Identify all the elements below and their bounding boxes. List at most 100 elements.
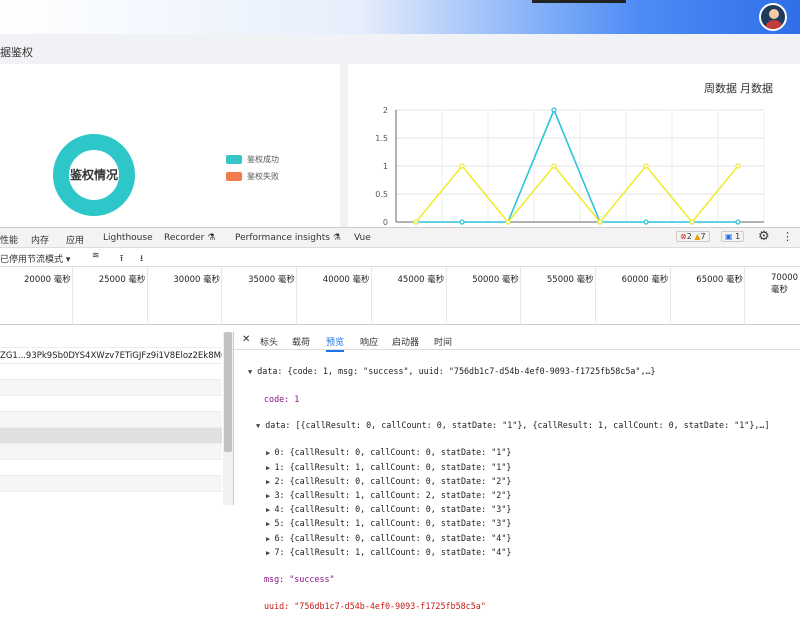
- list-item[interactable]: [0, 364, 222, 380]
- series-point-0: [551, 107, 557, 113]
- tree-node-uuid: uuid: "756db1c7-d54b-4ef0-9093-f1725fb58…: [248, 600, 800, 613]
- timeline-tick-label: 25000 毫秒: [98, 275, 146, 285]
- list-item[interactable]: [0, 412, 222, 428]
- throttle-select[interactable]: 已停用节流模式 ▾: [0, 252, 70, 265]
- tab-initiator[interactable]: 启动器: [392, 335, 419, 348]
- messages-badge[interactable]: ▣ 1: [721, 231, 745, 242]
- devtools-panel: 性能 内存 应用 Lighthouse Recorder ⚗ Performan…: [0, 227, 800, 611]
- series-point-1: [551, 163, 557, 169]
- tree-item-text: 2: {callResult: 0, callCount: 0, statDat…: [274, 475, 512, 486]
- tree-item[interactable]: ▶ 5: {callResult: 1, callCount: 0, statD…: [266, 517, 800, 531]
- list-item[interactable]: [0, 460, 222, 476]
- legend-swatch-failure: [226, 172, 242, 181]
- tree-item-text: 4: {callResult: 0, callCount: 0, statDat…: [274, 504, 512, 515]
- tab-week[interactable]: 周数据: [704, 80, 737, 96]
- wifi-settings-icon[interactable]: ≋: [92, 251, 100, 261]
- message-count: 1: [735, 232, 741, 241]
- preview-code-line: code: 1: [264, 393, 300, 404]
- tab-preview[interactable]: 预览: [326, 335, 345, 352]
- request-row-selected[interactable]: ZG1...93Pk9Sb0DYS4XWzv7ETiGJFz9i1V8Eloz2…: [0, 348, 222, 364]
- tree-item[interactable]: ▶ 0: {callResult: 0, callCount: 0, statD…: [266, 446, 800, 460]
- close-icon[interactable]: ✕: [242, 334, 250, 345]
- donut-center-label: 鉴权情况: [69, 167, 118, 182]
- y-tick-label: 1.5: [375, 134, 388, 143]
- timeline-gridline: [744, 267, 746, 325]
- tab-recorder-label: Recorder: [164, 233, 205, 243]
- tree-item[interactable]: ▶ 1: {callResult: 1, callCount: 0, statD…: [266, 461, 800, 475]
- timeline-gridline: [594, 267, 596, 325]
- preview-msg-line: msg: "success": [264, 574, 335, 585]
- series-point-0: [459, 219, 465, 225]
- tab-application[interactable]: 应用: [66, 233, 84, 246]
- legend-item-failure[interactable]: 鉴权失败: [226, 171, 279, 182]
- tab-timing[interactable]: 时间: [434, 335, 452, 348]
- list-item[interactable]: [0, 428, 222, 444]
- top-header: [0, 0, 800, 34]
- legend-swatch-success: [226, 155, 242, 164]
- request-list-scrollbar[interactable]: [223, 332, 233, 505]
- tab-response[interactable]: 响应: [360, 335, 378, 348]
- tree-node-msg: msg: "success": [248, 573, 800, 586]
- timeline-tick-label: 70000 毫秒: [771, 273, 799, 295]
- timeline-tick-label: 30000 毫秒: [173, 275, 221, 285]
- list-item[interactable]: [0, 476, 222, 492]
- devtools-tab-bar: 性能 内存 应用 Lighthouse Recorder ⚗ Performan…: [0, 228, 800, 248]
- tab-recorder[interactable]: Recorder ⚗: [164, 233, 215, 243]
- avatar[interactable]: [759, 3, 787, 31]
- timeline-gridline: [72, 267, 73, 325]
- tree-item[interactable]: ▶ 2: {callResult: 0, callCount: 0, statD…: [266, 475, 800, 489]
- y-tick-label: 2: [383, 106, 388, 115]
- issues-badge[interactable]: ⊗2 ▲7: [676, 231, 710, 242]
- tab-memory[interactable]: 内存: [31, 233, 49, 246]
- tab-payload[interactable]: 载荷: [292, 335, 310, 348]
- tree-item[interactable]: ▶ 3: {callResult: 1, callCount: 2, statD…: [266, 489, 800, 503]
- y-tick-label: 0.5: [375, 190, 388, 199]
- tree-node-data[interactable]: ▼ data: [{callResult: 0, callCount: 0, s…: [248, 419, 800, 433]
- series-point-1: [643, 163, 649, 169]
- more-options-icon[interactable]: ⋮: [782, 230, 793, 243]
- tab-performance[interactable]: 性能: [0, 233, 18, 246]
- timeline-tick-label: 20000 毫秒: [24, 275, 71, 285]
- series-point-1: [459, 163, 465, 169]
- timeline-gridline: [221, 267, 223, 325]
- timeline-tick-label: 55000 毫秒: [546, 275, 594, 285]
- warning-count: 7: [700, 232, 706, 241]
- tree-item[interactable]: ▶ 6: {callResult: 0, callCount: 0, statD…: [266, 532, 800, 546]
- flask-icon: ⚗: [332, 233, 341, 243]
- tree-node-root[interactable]: ▼ data: {code: 1, msg: "success", uuid: …: [248, 365, 800, 379]
- timeline-gridline: [370, 267, 372, 325]
- timeline-gridline: [669, 267, 671, 325]
- timeline-tick-label: 60000 毫秒: [621, 275, 669, 285]
- tab-lighthouse[interactable]: Lighthouse: [103, 233, 153, 243]
- upload-har-icon[interactable]: ⭱: [120, 251, 123, 267]
- header-dark-strip: [532, 0, 626, 3]
- network-timeline-overview[interactable]: 20000 毫秒 25000 毫秒 30000 毫秒 35000 毫秒 40000 毫秒…: [0, 267, 800, 325]
- list-item[interactable]: [0, 380, 222, 396]
- series-point-1: [735, 163, 741, 169]
- download-har-icon[interactable]: ⭳: [140, 251, 143, 267]
- expand-triangle-icon: ▶: [266, 506, 275, 515]
- donut-chart: 鉴权情况: [53, 134, 135, 216]
- tree-item-text: 6: {callResult: 0, callCount: 0, statDat…: [274, 532, 512, 543]
- settings-gear-icon[interactable]: ⚙: [758, 229, 770, 244]
- expand-triangle-icon: ▼: [256, 422, 261, 431]
- throttle-label: 已停用节流模式: [0, 255, 64, 265]
- tab-headers[interactable]: 标头: [260, 335, 278, 348]
- data-items: ▶ 0: {callResult: 0, callCount: 0, statD…: [248, 446, 800, 560]
- scrollbar-thumb[interactable]: [224, 332, 232, 452]
- tab-vue[interactable]: Vue: [354, 233, 371, 243]
- y-tick-label: 1: [383, 162, 388, 171]
- series-point-0: [643, 219, 649, 225]
- legend-item-success[interactable]: 鉴权成功: [226, 154, 279, 165]
- list-item[interactable]: [0, 444, 222, 460]
- list-item[interactable]: [0, 396, 222, 412]
- tab-performance-insights[interactable]: Performance insights ⚗: [235, 233, 341, 243]
- tree-item-text: 1: {callResult: 1, callCount: 0, statDat…: [274, 461, 512, 472]
- json-preview: ▼ data: {code: 1, msg: "success", uuid: …: [248, 352, 800, 639]
- flask-icon: ⚗: [207, 233, 216, 243]
- expand-triangle-icon: ▶: [266, 520, 275, 529]
- tree-item[interactable]: ▶ 4: {callResult: 0, callCount: 0, statD…: [266, 503, 800, 517]
- list-item[interactable]: [0, 332, 222, 348]
- tree-item[interactable]: ▶ 7: {callResult: 1, callCount: 0, statD…: [266, 546, 800, 560]
- tab-month[interactable]: 月数据: [740, 80, 773, 96]
